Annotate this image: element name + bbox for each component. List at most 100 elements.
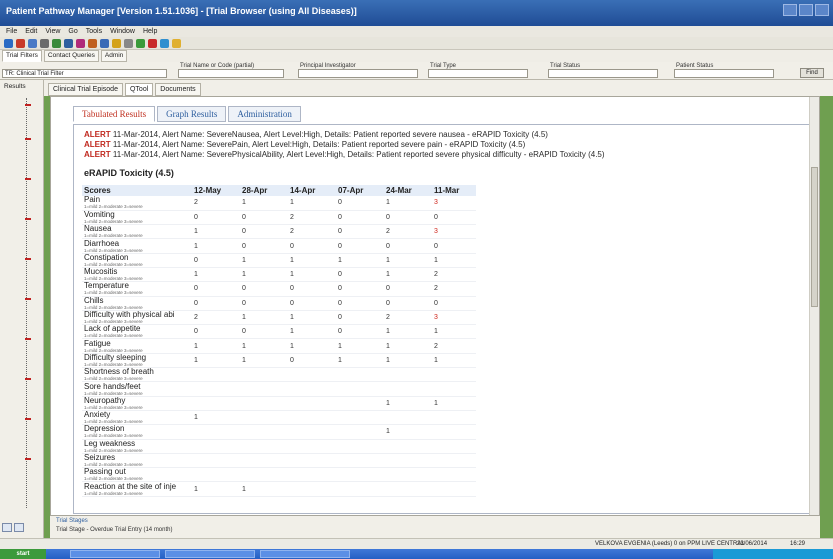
alert-line: ALERT 11-Mar-2014, Alert Name: SeverePhy… [84, 150, 605, 160]
prev-icon[interactable] [2, 523, 12, 532]
score-value-cell: 1 [236, 253, 284, 268]
vertical-scrollbar[interactable] [809, 97, 819, 515]
menu-window[interactable]: Window [110, 26, 135, 37]
principal-investigator-select[interactable] [298, 69, 418, 78]
score-scale-label: 1=mild 2=moderate 3=severe [84, 490, 143, 496]
delete-icon[interactable] [16, 38, 25, 48]
score-value-cell: 2 [428, 281, 476, 297]
tab-graph-results[interactable]: Graph Results [157, 106, 227, 122]
tree-node-icon[interactable] [25, 178, 31, 180]
results-tree[interactable] [25, 98, 40, 508]
minimize-button[interactable] [783, 4, 797, 16]
tab-administration[interactable]: Administration [228, 106, 301, 122]
new-icon[interactable] [4, 38, 13, 48]
menu-file[interactable]: File [6, 26, 17, 37]
score-value-cell [380, 453, 428, 469]
tree-node-icon[interactable] [25, 418, 31, 420]
menu-go[interactable]: Go [68, 26, 77, 37]
settings-icon[interactable] [124, 38, 133, 48]
folder-icon[interactable] [112, 38, 121, 48]
next-icon[interactable] [14, 523, 24, 532]
score-scale-label: 1=mild 2=moderate 3=severe [84, 233, 143, 239]
score-value-cell [188, 439, 236, 454]
score-scale-label: 1=mild 2=moderate 3=severe [84, 404, 143, 410]
alert-list: ALERT 11-Mar-2014, Alert Name: SevereNau… [84, 130, 605, 160]
tab-qtool[interactable]: QTool [124, 83, 154, 96]
menu-view[interactable]: View [45, 26, 60, 37]
start-button[interactable]: start [0, 549, 46, 559]
score-value-cell [332, 453, 380, 469]
taskbar-app[interactable] [165, 550, 255, 558]
sort-icon[interactable] [40, 38, 49, 48]
patient-status-select[interactable] [674, 69, 774, 78]
score-name: Lack of appetite [84, 324, 141, 334]
tab-contact-queries[interactable]: Contact Queries [43, 50, 99, 62]
date-header: 14-Apr [284, 185, 332, 196]
score-name-cell: Constipation 1=mild 2=moderate 3=severe [82, 253, 188, 268]
tree-node-icon[interactable] [25, 338, 31, 340]
menu-help[interactable]: Help [143, 26, 157, 37]
tab-admin[interactable]: Admin [100, 50, 128, 62]
score-scale-label: 1=mild 2=moderate 3=severe [84, 276, 143, 282]
tab-clinical-trial-episode[interactable]: Clinical Trial Episode [48, 83, 123, 96]
score-value-cell: 0 [428, 238, 476, 254]
score-value-cell [332, 396, 380, 411]
tree-node-icon[interactable] [25, 218, 31, 220]
filter-icon[interactable] [28, 38, 37, 48]
tree-node-icon[interactable] [25, 258, 31, 260]
score-value-cell [332, 467, 380, 483]
tab-trial-filters[interactable]: Trial Filters [2, 50, 42, 62]
maximize-button[interactable] [799, 4, 813, 16]
score-value-cell: 0 [380, 296, 428, 311]
table-row: Seizures 1=mild 2=moderate 3=severe [82, 453, 476, 469]
menu-edit[interactable]: Edit [25, 26, 37, 37]
section-title: eRAPID Toxicity (4.5) [84, 168, 174, 178]
filter-tabs: Trial Filters Contact Queries Admin [0, 50, 833, 62]
score-value-cell: 0 [284, 296, 332, 311]
score-name-cell: Lack of appetite 1=mild 2=moderate 3=seve… [82, 324, 188, 340]
tree-node-icon[interactable] [25, 138, 31, 140]
score-value-cell: 1 [428, 396, 476, 411]
tree-node-icon[interactable] [25, 104, 31, 106]
scores-body: Pain 1=mild 2=moderate 3=severe 2 1 1 0 1 3 Vomi… [82, 196, 476, 497]
score-value-cell [380, 410, 428, 426]
calendar-icon[interactable] [88, 38, 97, 48]
score-value-cell [236, 439, 284, 454]
alert-text: 11-Mar-2014, Alert Name: SevereNausea, A… [112, 130, 548, 139]
refresh-icon[interactable] [52, 38, 61, 48]
taskbar-app[interactable] [260, 550, 350, 558]
score-value-cell [236, 367, 284, 383]
tab-documents[interactable]: Documents [155, 83, 201, 96]
star-icon[interactable] [172, 38, 181, 48]
trial-stages-group[interactable]: Trial Stages [56, 518, 88, 524]
qtool-content: Tabulated Results Graph Results Administ… [50, 96, 820, 516]
taskbar-app[interactable] [70, 550, 160, 558]
score-value-cell: 1 [284, 253, 332, 268]
close-button[interactable] [815, 4, 829, 16]
tree-node-icon[interactable] [25, 298, 31, 300]
trial-name-input[interactable] [178, 69, 284, 78]
info-icon[interactable] [160, 38, 169, 48]
stop-icon[interactable] [148, 38, 157, 48]
forward-icon[interactable] [136, 38, 145, 48]
menu-bar: File Edit View Go Tools Window Help [0, 26, 833, 37]
tree-node-icon[interactable] [25, 378, 31, 380]
trial-stage-entry[interactable]: Trial Stage - Overdue Trial Entry (14 mo… [56, 527, 173, 533]
score-scale-label: 1=mild 2=moderate 3=severe [84, 433, 143, 439]
trial-type-select[interactable] [428, 69, 528, 78]
table-header-row: Scores 12-May 28-Apr 14-Apr 07-Apr 24-Ma… [82, 185, 476, 196]
tab-tabulated-results[interactable]: Tabulated Results [73, 106, 156, 122]
trial-status-select[interactable] [548, 69, 658, 78]
find-button[interactable]: Find [800, 68, 824, 78]
mail-icon[interactable] [76, 38, 85, 48]
score-value-cell [380, 481, 428, 497]
table-row: Neuropathy 1=mild 2=moderate 3=severe 1 1 [82, 396, 476, 411]
scrollbar-thumb[interactable] [811, 167, 818, 307]
trial-filter-select[interactable]: TR: Clinical Trial Filter [2, 69, 167, 78]
search-icon[interactable] [64, 38, 73, 48]
print-icon[interactable] [100, 38, 109, 48]
score-name-cell: Fatigue 1=mild 2=moderate 3=severe [82, 338, 188, 354]
score-value-cell: 0 [236, 281, 284, 297]
tree-node-icon[interactable] [25, 458, 31, 460]
menu-tools[interactable]: Tools [86, 26, 102, 37]
